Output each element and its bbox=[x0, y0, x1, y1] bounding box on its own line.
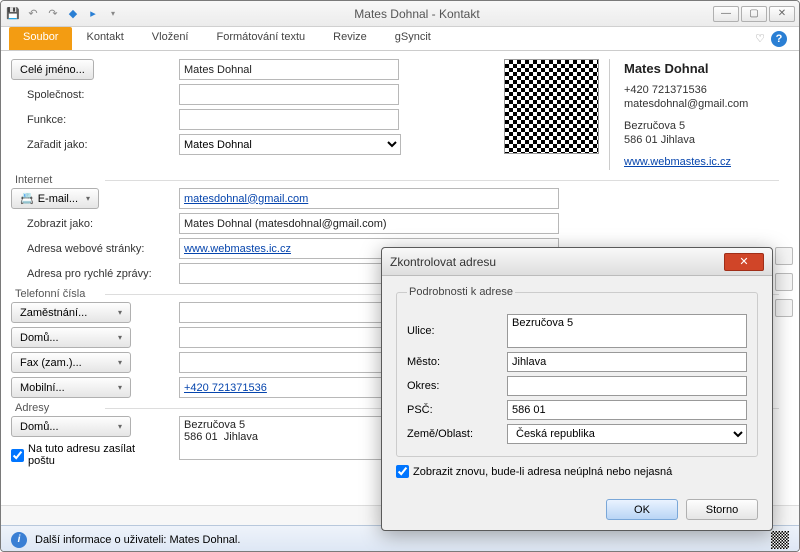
fileas-label: Zařadit jako: bbox=[11, 139, 171, 151]
fileas-combo[interactable]: Mates Dohnal bbox=[179, 134, 401, 155]
dialog-close-button[interactable]: ✕ bbox=[724, 253, 764, 271]
district-label: Okres: bbox=[407, 380, 497, 392]
save-icon[interactable]: 💾 bbox=[5, 6, 21, 22]
tab-kontakt[interactable]: Kontakt bbox=[72, 27, 137, 50]
prev-item-icon[interactable]: ◆ bbox=[65, 6, 81, 22]
ribbon-minimize-icon[interactable]: ♡ bbox=[755, 32, 765, 45]
street-input[interactable]: Bezručova 5 bbox=[507, 314, 747, 348]
dialog-cancel-button[interactable]: Storno bbox=[686, 499, 758, 520]
tab-formatovani[interactable]: Formátování textu bbox=[203, 27, 320, 50]
district-input[interactable] bbox=[507, 376, 747, 396]
address-details-fieldset: Podrobnosti k adrese Ulice: Bezručova 5 M… bbox=[396, 286, 758, 457]
window-title: Mates Dohnal - Kontakt bbox=[121, 7, 713, 21]
card-name: Mates Dohnal bbox=[624, 61, 789, 76]
zip-input[interactable] bbox=[507, 400, 747, 420]
phone-home-button[interactable]: Domů... bbox=[11, 327, 131, 348]
street-label: Ulice: bbox=[407, 325, 497, 337]
info-icon: i bbox=[11, 532, 27, 548]
sidebar-toolbar bbox=[775, 247, 793, 317]
email-input[interactable] bbox=[179, 188, 559, 209]
status-text: Další informace o uživateli: Mates Dohna… bbox=[35, 534, 240, 546]
mini-qr-icon[interactable] bbox=[771, 531, 789, 549]
check-address-dialog: Zkontrolovat adresu ✕ Podrobnosti k adre… bbox=[381, 247, 773, 531]
mailing-checkbox[interactable]: Na tuto adresu zasílat poštu bbox=[11, 443, 171, 467]
redo-icon[interactable]: ↷ bbox=[45, 6, 61, 22]
outlook-contact-window: 💾 ↶ ↷ ◆ ▸ ▾ Mates Dohnal - Kontakt — ▢ ✕… bbox=[0, 0, 800, 552]
titlebar: 💾 ↶ ↷ ◆ ▸ ▾ Mates Dohnal - Kontakt — ▢ ✕ bbox=[1, 1, 799, 27]
close-button[interactable]: ✕ bbox=[769, 6, 795, 22]
card-citypost: 586 01 Jihlava bbox=[624, 134, 789, 146]
quick-access-toolbar: 💾 ↶ ↷ ◆ ▸ ▾ bbox=[5, 6, 121, 22]
card-web: www.webmastes.ic.cz bbox=[624, 156, 789, 168]
fullname-input[interactable] bbox=[179, 59, 399, 80]
tab-vlozeni[interactable]: Vložení bbox=[138, 27, 203, 50]
email-type-button[interactable]: 📇E-mail... bbox=[11, 188, 99, 209]
tab-revize[interactable]: Revize bbox=[319, 27, 381, 50]
dialog-titlebar: Zkontrolovat adresu ✕ bbox=[382, 248, 772, 276]
help-icon[interactable]: ? bbox=[771, 31, 787, 47]
city-label: Město: bbox=[407, 356, 497, 368]
categories-icon[interactable] bbox=[775, 299, 793, 317]
undo-icon[interactable]: ↶ bbox=[25, 6, 41, 22]
mailing-checkbox-input[interactable] bbox=[11, 449, 24, 462]
dialog-title: Zkontrolovat adresu bbox=[390, 255, 724, 269]
phone-mobile-button[interactable]: Mobilní... bbox=[11, 377, 131, 398]
country-label: Země/Oblast: bbox=[407, 428, 497, 440]
internet-group-label: Internet bbox=[15, 174, 789, 186]
city-input[interactable] bbox=[507, 352, 747, 372]
role-label: Funkce: bbox=[11, 114, 171, 126]
notes-icon[interactable] bbox=[775, 247, 793, 265]
role-input[interactable] bbox=[179, 109, 399, 130]
zip-label: PSČ: bbox=[407, 404, 497, 416]
im-label: Adresa pro rychlé zprávy: bbox=[11, 268, 171, 280]
dialog-ok-button[interactable]: OK bbox=[606, 499, 678, 520]
attachment-icon[interactable] bbox=[775, 273, 793, 291]
card-street: Bezručova 5 bbox=[624, 120, 789, 132]
displayas-input[interactable] bbox=[179, 213, 559, 234]
next-item-icon[interactable]: ▸ bbox=[85, 6, 101, 22]
card-phone: +420 721371536 bbox=[624, 84, 789, 96]
company-input[interactable] bbox=[179, 84, 399, 105]
dialog-legend: Podrobnosti k adrese bbox=[407, 286, 515, 298]
web-label: Adresa webové stránky: bbox=[11, 243, 171, 255]
phone-work-button[interactable]: Zaměstnání... bbox=[11, 302, 131, 323]
showagain-checkbox-input[interactable] bbox=[396, 465, 409, 478]
maximize-button[interactable]: ▢ bbox=[741, 6, 767, 22]
tab-soubor[interactable]: Soubor bbox=[9, 27, 72, 50]
displayas-label: Zobrazit jako: bbox=[11, 218, 171, 230]
minimize-button[interactable]: — bbox=[713, 6, 739, 22]
showagain-checkbox[interactable]: Zobrazit znovu, bude-li adresa neúplná n… bbox=[396, 465, 672, 478]
qat-dropdown-icon[interactable]: ▾ bbox=[105, 6, 121, 22]
contact-form-body: Celé jméno... Společnost: Funkce: Zařadi… bbox=[1, 51, 799, 552]
fullname-button[interactable]: Celé jméno... bbox=[11, 59, 94, 80]
tab-gsyncit[interactable]: gSyncit bbox=[381, 27, 445, 50]
business-card-preview: Mates Dohnal +420 721371536 matesdohnal@… bbox=[609, 59, 789, 170]
address-type-button[interactable]: Domů... bbox=[11, 416, 131, 437]
phone-fax-button[interactable]: Fax (zam.)... bbox=[11, 352, 131, 373]
company-label: Společnost: bbox=[11, 89, 171, 101]
qr-code bbox=[504, 59, 599, 154]
address-book-icon: 📇 bbox=[20, 192, 34, 205]
ribbon-tabs: Soubor Kontakt Vložení Formátování textu… bbox=[1, 27, 799, 51]
card-email: matesdohnal@gmail.com bbox=[624, 98, 789, 110]
country-select[interactable]: Česká republika bbox=[507, 424, 747, 444]
